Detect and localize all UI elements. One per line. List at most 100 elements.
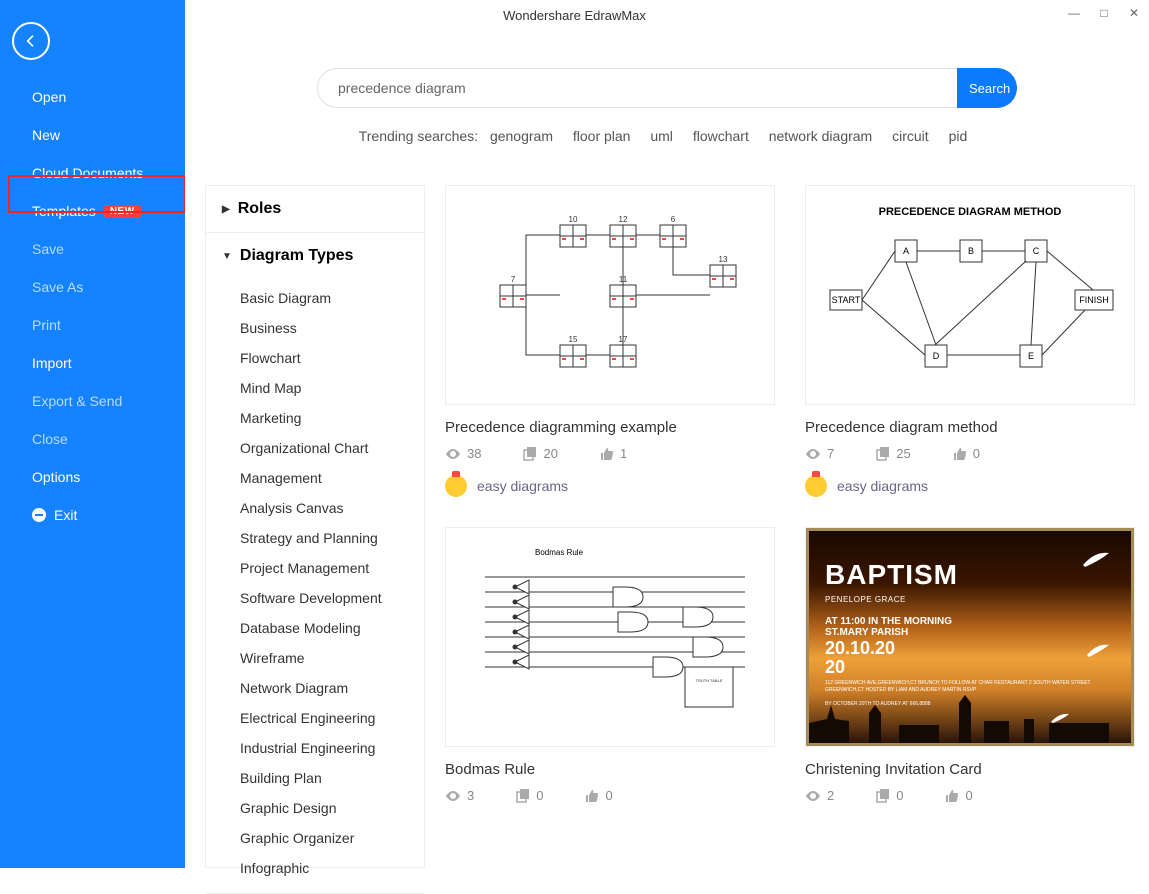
trending-link-circuit[interactable]: circuit (892, 128, 929, 144)
likes-stat: 0 (953, 446, 980, 461)
template-thumbnail[interactable]: PRECEDENCE DIAGRAM METHOD STARTABCDEFINI… (805, 185, 1135, 405)
sidebar-item-templates[interactable]: TemplatesNEW (0, 192, 185, 230)
sidebar-item-new[interactable]: New (0, 116, 185, 154)
svg-text:7: 7 (511, 275, 516, 284)
window-controls: — □ ✕ (1067, 6, 1141, 20)
copies-stat: 20 (523, 446, 557, 461)
avatar (445, 475, 467, 497)
filter-item[interactable]: Network Diagram (206, 673, 424, 703)
filter-item[interactable]: Infographic (206, 853, 424, 883)
views-stat: 7 (805, 446, 834, 461)
filter-section-diagram-types[interactable]: ▼Diagram Types (206, 233, 424, 279)
template-thumbnail[interactable]: 7 10 12 6 11 13 15 17 (445, 185, 775, 405)
copy-icon (876, 789, 890, 803)
trending-link-flowchart[interactable]: flowchart (693, 128, 749, 144)
svg-text:Bodmas Rule: Bodmas Rule (535, 548, 584, 557)
trending-searches: Trending searches: genogram floor plan u… (185, 128, 1149, 144)
results[interactable]: 7 10 12 6 11 13 15 17 Precedence diagram… (445, 185, 1139, 868)
template-thumbnail[interactable]: Bodmas Rule TRUTH TABLE (445, 527, 775, 747)
sidebar-item-cloud-documents[interactable]: Cloud Documents (0, 154, 185, 192)
views-stat: 38 (445, 446, 481, 461)
filter-item[interactable]: Basic Diagram (206, 283, 424, 313)
filter-item[interactable]: Mind Map (206, 373, 424, 403)
template-card: 7 10 12 6 11 13 15 17 Precedence diagram… (445, 185, 775, 497)
template-author[interactable]: easy diagrams (805, 475, 1135, 497)
search-input[interactable] (317, 68, 957, 108)
caret-down-icon: ▼ (222, 251, 232, 262)
trending-link-genogram[interactable]: genogram (490, 128, 553, 144)
thumb-up-icon (600, 447, 614, 461)
filter-section-roles[interactable]: ▶Roles (206, 186, 424, 232)
sidebar-item-save-as[interactable]: Save As (0, 268, 185, 306)
eye-icon (805, 790, 821, 802)
filter-panel: ▶Roles ▼Diagram Types Basic DiagramBusin… (205, 185, 425, 868)
filter-item[interactable]: Graphic Design (206, 793, 424, 823)
trending-link-network-diagram[interactable]: network diagram (769, 128, 873, 144)
filter-item[interactable]: Organizational Chart (206, 433, 424, 463)
template-title: Precedence diagram method (805, 419, 1135, 436)
search-button[interactable]: Search (957, 68, 1017, 108)
svg-text:15: 15 (569, 335, 578, 344)
sidebar-item-options[interactable]: Options (0, 458, 185, 496)
exit-icon (32, 508, 46, 522)
filter-item[interactable]: Database Modeling (206, 613, 424, 643)
filter-item[interactable]: Graphic Organizer (206, 823, 424, 853)
avatar (805, 475, 827, 497)
sidebar-item-print[interactable]: Print (0, 306, 185, 344)
sidebar-item-export-send[interactable]: Export & Send (0, 382, 185, 420)
template-thumbnail[interactable]: BAPTISMPENELOPE GRACE AT 11:00 IN THE MO… (805, 527, 1135, 747)
filter-item[interactable]: Flowchart (206, 343, 424, 373)
svg-text:PRECEDENCE DIAGRAM METHOD: PRECEDENCE DIAGRAM METHOD (879, 206, 1062, 218)
svg-text:13: 13 (719, 255, 728, 264)
thumb-up-icon (953, 447, 967, 461)
template-stats: 3 0 0 (445, 788, 775, 803)
back-button[interactable] (12, 22, 50, 60)
trending-link-floor-plan[interactable]: floor plan (573, 128, 631, 144)
template-title: Christening Invitation Card (805, 761, 1135, 778)
template-card: BAPTISMPENELOPE GRACE AT 11:00 IN THE MO… (805, 527, 1135, 803)
template-author[interactable]: easy diagrams (445, 475, 775, 497)
filter-item[interactable]: Strategy and Planning (206, 523, 424, 553)
eye-icon (445, 790, 461, 802)
sidebar-item-open[interactable]: Open (0, 78, 185, 116)
copy-icon (876, 447, 890, 461)
template-title: Precedence diagramming example (445, 419, 775, 436)
filter-item[interactable]: Business (206, 313, 424, 343)
filter-item[interactable]: Project Management (206, 553, 424, 583)
filter-item[interactable]: Wireframe (206, 643, 424, 673)
template-card: PRECEDENCE DIAGRAM METHOD STARTABCDEFINI… (805, 185, 1135, 497)
cards: 7 10 12 6 11 13 15 17 Precedence diagram… (445, 185, 1139, 803)
filter-item[interactable]: Marketing (206, 403, 424, 433)
trending-link-pid[interactable]: pid (949, 128, 968, 144)
filter-item[interactable]: Electrical Engineering (206, 703, 424, 733)
sidebar-item-import[interactable]: Import (0, 344, 185, 382)
copies-stat: 0 (876, 788, 903, 803)
trending-link-uml[interactable]: uml (650, 128, 673, 144)
filter-item[interactable]: Building Plan (206, 763, 424, 793)
app-title: Wondershare EdrawMax (503, 8, 646, 23)
svg-text:C: C (1033, 246, 1040, 256)
template-stats: 38 20 1 (445, 446, 775, 461)
svg-text:FINISH: FINISH (1079, 295, 1109, 305)
new-badge: NEW (104, 205, 141, 218)
copy-icon (516, 789, 530, 803)
likes-stat: 0 (945, 788, 972, 803)
maximize-button[interactable]: □ (1097, 6, 1111, 20)
filter-item[interactable]: Analysis Canvas (206, 493, 424, 523)
filter-item[interactable]: Management (206, 463, 424, 493)
minimize-button[interactable]: — (1067, 6, 1081, 20)
sidebar-item-exit[interactable]: Exit (0, 496, 185, 534)
trending-label: Trending searches: (359, 128, 478, 144)
eye-icon (445, 448, 461, 460)
close-button[interactable]: ✕ (1127, 6, 1141, 20)
filter-item[interactable]: Software Development (206, 583, 424, 613)
template-title: Bodmas Rule (445, 761, 775, 778)
copy-icon (523, 447, 537, 461)
copies-stat: 25 (876, 446, 910, 461)
caret-right-icon: ▶ (222, 204, 230, 215)
filter-item[interactable]: Industrial Engineering (206, 733, 424, 763)
sidebar-item-save[interactable]: Save (0, 230, 185, 268)
sidebar-item-close[interactable]: Close (0, 420, 185, 458)
svg-text:6: 6 (671, 215, 676, 224)
template-stats: 7 25 0 (805, 446, 1135, 461)
